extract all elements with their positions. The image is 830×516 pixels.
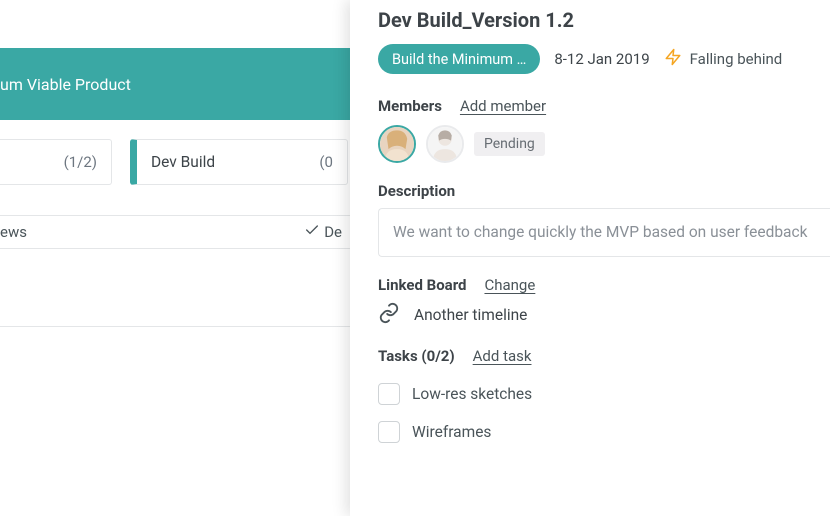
status: Falling behind (664, 46, 783, 72)
tasks-label: Tasks (0/2) (378, 347, 455, 365)
stage-tab-count: (1/2) (64, 153, 97, 171)
stage-tabs: (1/2) Dev Build (0 (0, 139, 350, 185)
task-label: Low-res sketches (412, 385, 532, 403)
panel-title: Dev Build_Version 1.2 (378, 8, 830, 32)
task-item[interactable]: Low-res sketches (378, 375, 830, 413)
members-row: Pending (378, 125, 830, 163)
description-input[interactable]: We want to change quickly the MVP based … (378, 208, 830, 257)
pending-badge: Pending (474, 132, 545, 156)
timeline-background: um Viable Product (1/2) Dev Build (0 ews… (0, 0, 350, 516)
tasks-list: Low-res sketches Wireframes (378, 375, 830, 451)
add-task-link[interactable]: Add task (473, 347, 532, 365)
status-text: Falling behind (690, 50, 783, 68)
task-checkbox[interactable] (378, 383, 400, 405)
stage-tab-dev-build[interactable]: Dev Build (0 (130, 139, 348, 185)
members-section: Members Add member Pending (378, 96, 830, 163)
parent-pill[interactable]: Build the Minimum … (378, 44, 540, 74)
meta-row: Build the Minimum … 8-12 Jan 2019 Fallin… (378, 44, 830, 74)
stage-tab-prev[interactable]: (1/2) (0, 139, 112, 185)
members-label: Members (378, 97, 442, 115)
description-label: Description (378, 182, 455, 200)
add-member-link[interactable]: Add member (460, 97, 546, 115)
linked-board-label: Linked Board (378, 276, 467, 294)
chain-icon (378, 302, 400, 328)
subtask-row[interactable]: ews De (0, 215, 350, 249)
subtask-suffix: De (324, 223, 342, 241)
linked-board-change-link[interactable]: Change (484, 276, 535, 294)
linked-board-section: Linked Board Change Another timeline (378, 275, 830, 328)
project-banner: um Viable Product (0, 48, 350, 120)
project-title-truncated: um Viable Product (0, 75, 131, 94)
pending-member-avatar[interactable] (426, 125, 464, 163)
divider (0, 326, 350, 327)
description-section: Description We want to change quickly th… (378, 181, 830, 257)
tasks-section: Tasks (0/2) Add task Low-res sketches Wi… (378, 346, 830, 451)
member-avatar[interactable] (378, 125, 416, 163)
task-label: Wireframes (412, 423, 491, 441)
linked-board-name: Another timeline (414, 306, 527, 324)
stage-tab-count: (0 (319, 153, 333, 171)
task-checkbox[interactable] (378, 421, 400, 443)
date-range: 8-12 Jan 2019 (554, 50, 649, 68)
subtask-label-truncated: ews (0, 223, 304, 241)
stage-tab-label: Dev Build (151, 153, 319, 171)
linked-board-row[interactable]: Another timeline (378, 302, 830, 328)
task-item[interactable]: Wireframes (378, 413, 830, 451)
description-text: We want to change quickly the MVP based … (393, 223, 807, 241)
check-icon (304, 222, 320, 242)
bolt-icon (664, 46, 682, 72)
parent-pill-label: Build the Minimum … (392, 51, 526, 68)
detail-panel: Dev Build_Version 1.2 Build the Minimum … (350, 0, 830, 516)
